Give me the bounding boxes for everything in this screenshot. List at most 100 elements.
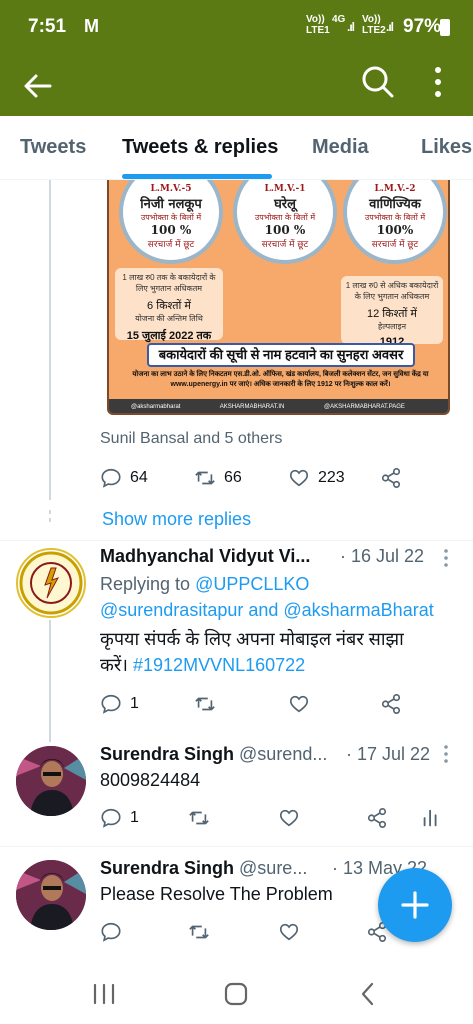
tweet-more-icon[interactable]: [440, 548, 452, 568]
poster-circle-lmv2: L.M.V.-2 वाणिज्यिक उपभोक्ता के बिलों में…: [343, 180, 447, 264]
tweet-text: 8009824484: [100, 770, 201, 790]
avatar[interactable]: [16, 548, 86, 618]
poster-circle-tail: सरचार्ज में छूट: [147, 240, 195, 250]
poster-footer: @aksharmabharat AKSHARMABHARAT.IN @AKSHA…: [109, 399, 448, 413]
search-icon[interactable]: [360, 64, 396, 100]
like-button[interactable]: [288, 690, 310, 718]
poster-banner: बकायेदारों की सूची से नाम हटवाने का सुनह…: [147, 343, 415, 367]
author-display-name: Surendra Singh: [100, 858, 235, 878]
status-time: 7:51: [28, 16, 67, 37]
system-nav-bar: [0, 962, 473, 1024]
tweet-actions: 1: [100, 690, 460, 718]
tweet-text: Please Resolve The Problem: [100, 884, 333, 904]
thread-line: [49, 620, 51, 742]
plus-icon: [401, 891, 429, 919]
poster-circle-pct: 100 %: [150, 223, 192, 237]
compose-tweet-button[interactable]: [378, 868, 452, 942]
volte-label: Vo)): [306, 14, 325, 25]
share-icon: [381, 694, 401, 714]
reply-icon: [101, 808, 121, 828]
show-more-replies-link[interactable]: Show more replies: [102, 509, 251, 530]
avatar[interactable]: [16, 860, 86, 930]
author-name[interactable]: Surendra Singh @sure...: [100, 858, 307, 879]
poster-box-line: 1 लाख रु0 से अधिक बकायेदारों के लिए भुगत…: [345, 281, 439, 301]
share-button[interactable]: [380, 690, 402, 718]
thread-dot: [49, 518, 51, 522]
liked-by-text[interactable]: Sunil Bansal and 5 others: [100, 430, 282, 448]
poster-box-big: 6 किश्तों में: [147, 300, 191, 312]
battery-icon: [440, 19, 450, 36]
arrow-left-icon[interactable]: [20, 68, 56, 104]
like-button[interactable]: 223: [288, 464, 345, 492]
author-name[interactable]: Surendra Singh @surend...: [100, 744, 327, 765]
tab-tweets[interactable]: Tweets: [20, 136, 86, 159]
reply-icon: [101, 468, 121, 488]
avatar[interactable]: [16, 746, 86, 816]
poster-circle-pct: 100 %: [264, 223, 306, 237]
network-label-1: Vo)) LTE1: [306, 14, 330, 36]
mention-link[interactable]: @UPPCLLKO: [195, 574, 309, 594]
share-button[interactable]: [366, 804, 388, 832]
tweet-actions: 1: [100, 804, 460, 832]
app-bar: [0, 56, 473, 116]
home-icon[interactable]: [222, 980, 250, 1008]
thread-dot: [49, 510, 51, 514]
lte-label: LTE2: [362, 25, 386, 36]
replying-prefix: Replying to: [100, 574, 196, 594]
tab-likes[interactable]: Likes: [421, 136, 472, 159]
reply-count: 1: [130, 809, 139, 826]
mention-link[interactable]: @surendrasitapur and @aksharmaBharat: [100, 600, 434, 620]
recent-apps-icon[interactable]: [90, 980, 118, 1008]
more-vert-icon[interactable]: [424, 64, 452, 100]
person-photo: [16, 860, 86, 930]
reply-button[interactable]: 1: [100, 690, 139, 718]
poster-footer-site: AKSHARMABHARAT.IN: [219, 404, 285, 410]
retweet-icon: [189, 925, 209, 939]
author-handle: @sure...: [239, 858, 308, 878]
battery-percent: 97%: [403, 16, 442, 37]
like-button[interactable]: [278, 804, 300, 832]
analytics-button[interactable]: [420, 804, 442, 832]
tab-tweets-and-replies[interactable]: Tweets & replies: [122, 136, 278, 159]
network-4g-badge: 4G: [332, 14, 346, 25]
tweet-text-line: करें।: [100, 655, 134, 675]
back-icon[interactable]: [354, 980, 382, 1008]
hashtag-link[interactable]: #1912MVVNL160722: [133, 655, 305, 675]
reply-button[interactable]: 64: [100, 464, 148, 492]
poster-box-big: 12 किश्तों में: [366, 308, 418, 320]
like-button[interactable]: [278, 918, 300, 946]
like-count: 223: [318, 469, 345, 486]
retweet-button[interactable]: [194, 690, 216, 718]
poster-box-date: 15 जुलाई 2022 तक: [126, 330, 212, 342]
poster-circle-tail: सरचार्ज में छूट: [371, 240, 419, 250]
replying-to: Replying to @UPPCLLKO @surendrasitapur a…: [100, 571, 434, 623]
poster-circle-lmv5: L.M.V.-5 निजी नलकूप उपभोक्ता के बिलों मे…: [119, 180, 223, 264]
reply-button[interactable]: 1: [100, 804, 139, 832]
divider: [0, 846, 473, 847]
poster-info: योजना का लाभ उठाने के लिए निकटतम एस.डी.ओ…: [132, 371, 429, 388]
poster-circle-tail: सरचार्ज में छूट: [261, 240, 309, 250]
poster-box-note: हेल्पलाइन: [377, 322, 407, 331]
retweet-button[interactable]: [188, 804, 210, 832]
status-bar: 7:51 M Vo)) LTE1 4G .ıl Vo)) LTE2 .ıl 97…: [0, 0, 473, 56]
profile-tabs: Tweets Tweets & replies Media Likes: [0, 116, 473, 180]
heart-icon: [289, 695, 309, 713]
poster-circle-pct: 100%: [376, 223, 414, 237]
author-display-name: Surendra Singh: [100, 744, 235, 764]
tweet-more-icon[interactable]: [440, 744, 452, 764]
reply-icon: [101, 922, 121, 942]
poster-circle-code: L.M.V.-2: [374, 184, 416, 194]
share-button[interactable]: [380, 464, 402, 492]
tweet-image[interactable]: L.M.V.-5 निजी नलकूप उपभोक्ता के बिलों मे…: [107, 180, 450, 415]
active-tab-indicator: [122, 174, 272, 179]
mvvnl-logo-icon: [19, 551, 83, 615]
reply-button[interactable]: [100, 918, 122, 946]
tab-media[interactable]: Media: [312, 136, 369, 159]
reply-count: 1: [130, 695, 139, 712]
retweet-button[interactable]: 66: [194, 464, 242, 492]
retweet-button[interactable]: [188, 918, 210, 946]
share-icon: [381, 468, 401, 488]
retweet-icon: [195, 471, 215, 485]
retweet-count: 66: [224, 469, 242, 486]
author-name[interactable]: Madhyanchal Vidyut Vi...: [100, 546, 310, 567]
